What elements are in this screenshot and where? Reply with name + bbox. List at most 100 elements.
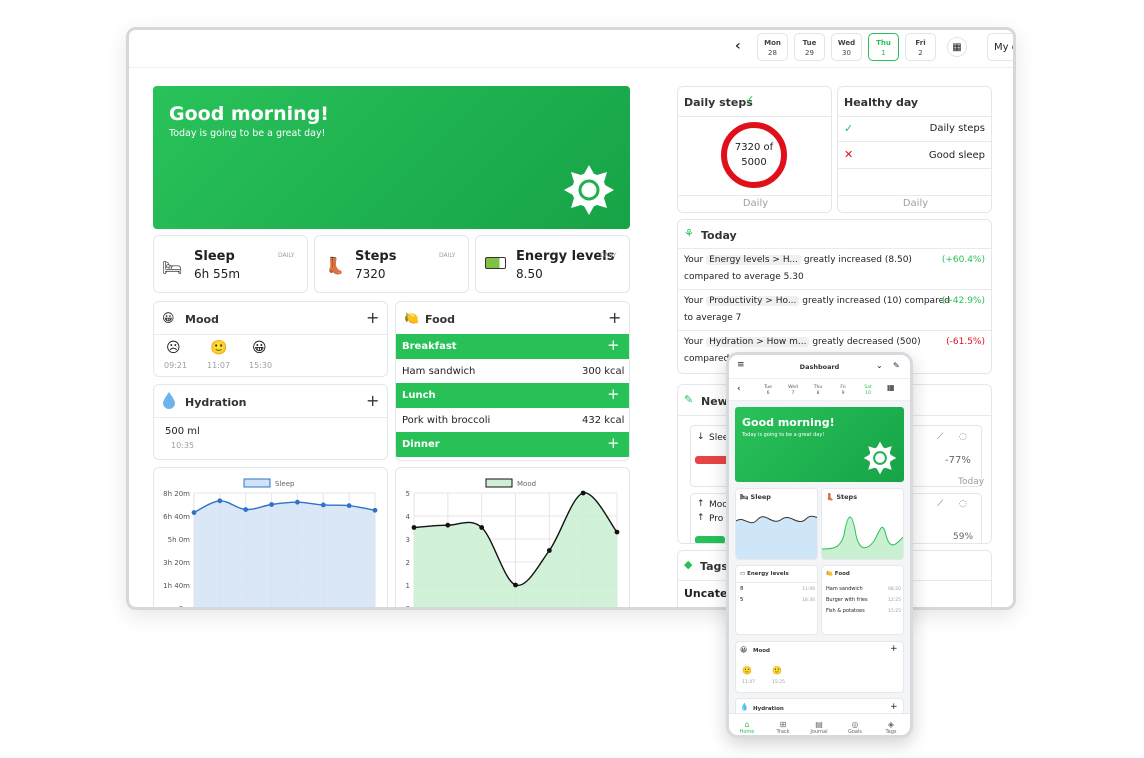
- insight-line2: to average 7: [684, 313, 742, 323]
- add-lunch-button[interactable]: +: [607, 385, 620, 403]
- data-point: [243, 507, 249, 512]
- home-icon: ⌂: [744, 720, 750, 729]
- calendar-icon[interactable]: ▦: [947, 37, 967, 57]
- greeting-hero: Good morning! Today is going to be a gre…: [153, 86, 630, 229]
- mood-entry-time: 09:21: [164, 361, 188, 370]
- data-point: [479, 525, 485, 530]
- add-breakfast-button[interactable]: +: [607, 336, 620, 354]
- day-thu-selected[interactable]: Thu 1: [868, 33, 899, 61]
- nav-journal[interactable]: ▤ Journal: [801, 720, 837, 735]
- today-insights-card: ⚘ Today Your Energy levels > H... greatl…: [677, 219, 992, 374]
- day-wed[interactable]: Wed 30: [831, 33, 862, 61]
- day-fri[interactable]: Fri 2: [905, 33, 936, 61]
- nav-track[interactable]: ⊞ Track: [765, 720, 801, 735]
- lemon-icon: 🍋: [404, 311, 419, 325]
- add-mood-button[interactable]: +: [366, 308, 379, 327]
- correlation-bar: [695, 536, 725, 543]
- meal-header-lunch[interactable]: Lunch +: [396, 383, 629, 408]
- journal-icon: ▤: [815, 720, 823, 729]
- daily-tag: DAILY: [439, 252, 456, 259]
- phone-day[interactable]: Thu 8: [809, 385, 827, 397]
- nav-tags[interactable]: ◈ Tags: [873, 720, 909, 735]
- insight-row[interactable]: Your Energy levels > H... greatly increa…: [684, 255, 912, 265]
- add-dinner-button[interactable]: +: [607, 434, 620, 452]
- calendar-icon[interactable]: ▦: [887, 383, 895, 392]
- correlation-label: Pro: [709, 514, 724, 524]
- add-mood-button[interactable]: +: [890, 644, 898, 654]
- data-point: [217, 498, 223, 504]
- legend-swatch: [243, 478, 271, 488]
- legend-swatch: [485, 478, 513, 488]
- goal-label: Daily steps: [929, 123, 985, 134]
- nav-goals[interactable]: ◎ Goals: [837, 720, 873, 735]
- tags-title: Tags: [700, 560, 728, 573]
- phone-sleep-card[interactable]: 🛏 Sleep: [735, 488, 818, 560]
- check-icon: ✓: [844, 122, 854, 135]
- prev-week-button[interactable]: ‹: [737, 384, 741, 394]
- insight-line2: compared: [684, 354, 730, 364]
- y-tick-label: 0m: [179, 605, 190, 610]
- insight-row[interactable]: Your Hydration > How m... greatly decrea…: [684, 337, 921, 347]
- mood-emoji[interactable]: 🙂: [772, 666, 782, 675]
- data-point: [614, 529, 620, 535]
- data-point: [445, 522, 451, 528]
- mood-chart-card: Mood 5 4 3 2 1 0: [395, 467, 630, 607]
- food-row-value: Burger with fries: [826, 597, 868, 603]
- chevron-down-icon[interactable]: ⌄: [876, 361, 883, 370]
- phone-energy-card[interactable]: ▭ Energy levels 8 11:49 5 18:30: [735, 565, 818, 635]
- data-point: [269, 502, 274, 507]
- mood-entry-emoji[interactable]: 🙂: [210, 340, 227, 356]
- plus-box-icon: ⊞: [779, 720, 787, 729]
- today-title: Today: [701, 229, 737, 242]
- y-tick-label: 5: [406, 490, 410, 498]
- energy-stat-card[interactable]: Energy levels 8.50 DAILY: [475, 235, 630, 293]
- edit-pencil-icon[interactable]: ✎: [893, 361, 900, 370]
- phone-food-card[interactable]: 🍋 Food Ham sandwich 08:20 Burger with fr…: [821, 565, 904, 635]
- trend-chart-icon[interactable]: ⟋: [937, 499, 943, 509]
- add-food-button[interactable]: +: [608, 308, 621, 327]
- insight-chip: Productivity > Ho...: [706, 296, 800, 306]
- phone-steps-card[interactable]: 👢 Steps: [821, 488, 904, 560]
- hide-eye-icon[interactable]: ◌: [959, 432, 967, 442]
- grin-emoji-icon: 😀: [740, 646, 748, 654]
- meal-header-dinner[interactable]: Dinner +: [396, 432, 629, 457]
- day-mon[interactable]: Mon 28: [757, 33, 788, 61]
- mood-entry-emoji[interactable]: ☹: [166, 340, 181, 356]
- mood-entry-emoji[interactable]: 😀: [252, 340, 267, 356]
- sleep-stat-card[interactable]: 🛏 Sleep 6h 55m DAILY: [153, 235, 308, 293]
- phone-hero: Good morning! Today is going to be a gre…: [735, 407, 904, 482]
- dashboard-select[interactable]: My d: [987, 33, 1013, 61]
- bed-icon: 🛏: [740, 493, 749, 501]
- boot-icon: 👢: [826, 493, 835, 501]
- add-hydration-button[interactable]: +: [890, 702, 898, 712]
- add-hydration-button[interactable]: +: [366, 391, 379, 410]
- meal-header-breakfast[interactable]: Breakfast +: [396, 334, 629, 359]
- insight-row[interactable]: Your Productivity > Ho... greatly increa…: [684, 296, 950, 306]
- correlation-foot: Today: [958, 477, 985, 487]
- steps-stat-card[interactable]: 👢 Steps 7320 DAILY: [314, 235, 469, 293]
- insight-delta: (-61.5%): [946, 337, 985, 347]
- date-toolbar: ‹ Mon 28 Tue 29 Wed 30 Thu 1 Fri 2 ▦ My d: [129, 30, 1013, 68]
- healthy-day-card[interactable]: Healthy day ✓ Daily steps ✕ Good sleep D…: [837, 86, 992, 213]
- phone-day[interactable]: Fri 9: [834, 385, 852, 397]
- hide-eye-icon[interactable]: ◌: [959, 499, 967, 509]
- y-tick-label: 4: [406, 513, 411, 521]
- day-tue[interactable]: Tue 29: [794, 33, 825, 61]
- steps-value: 7320: [355, 267, 386, 281]
- phone-day[interactable]: Wed 7: [784, 385, 802, 397]
- y-tick-label: 3: [406, 536, 410, 544]
- food-title: Food: [425, 313, 456, 326]
- mood-card: 😀 Mood + ☹ 09:21 🙂 11:07 😀 15:30: [153, 301, 388, 377]
- meal-name: Lunch: [402, 390, 436, 401]
- nav-home[interactable]: ⌂ Home: [729, 720, 765, 735]
- insight-delta: (+60.4%): [941, 255, 985, 265]
- daily-steps-title: Daily steps: [684, 96, 753, 109]
- phone-day-selected[interactable]: Sat 10: [859, 385, 877, 397]
- daily-steps-card[interactable]: Daily steps ✓ 7320 of 5000 Daily: [677, 86, 832, 213]
- prev-week-button[interactable]: ‹: [735, 38, 741, 54]
- phone-day[interactable]: Tue 6: [759, 385, 777, 397]
- mood-emoji[interactable]: 🙂: [742, 666, 752, 675]
- y-tick-label: 6h 40m: [163, 513, 190, 521]
- healthy-day-title: Healthy day: [844, 96, 919, 109]
- trend-chart-icon[interactable]: ⟋: [937, 432, 943, 442]
